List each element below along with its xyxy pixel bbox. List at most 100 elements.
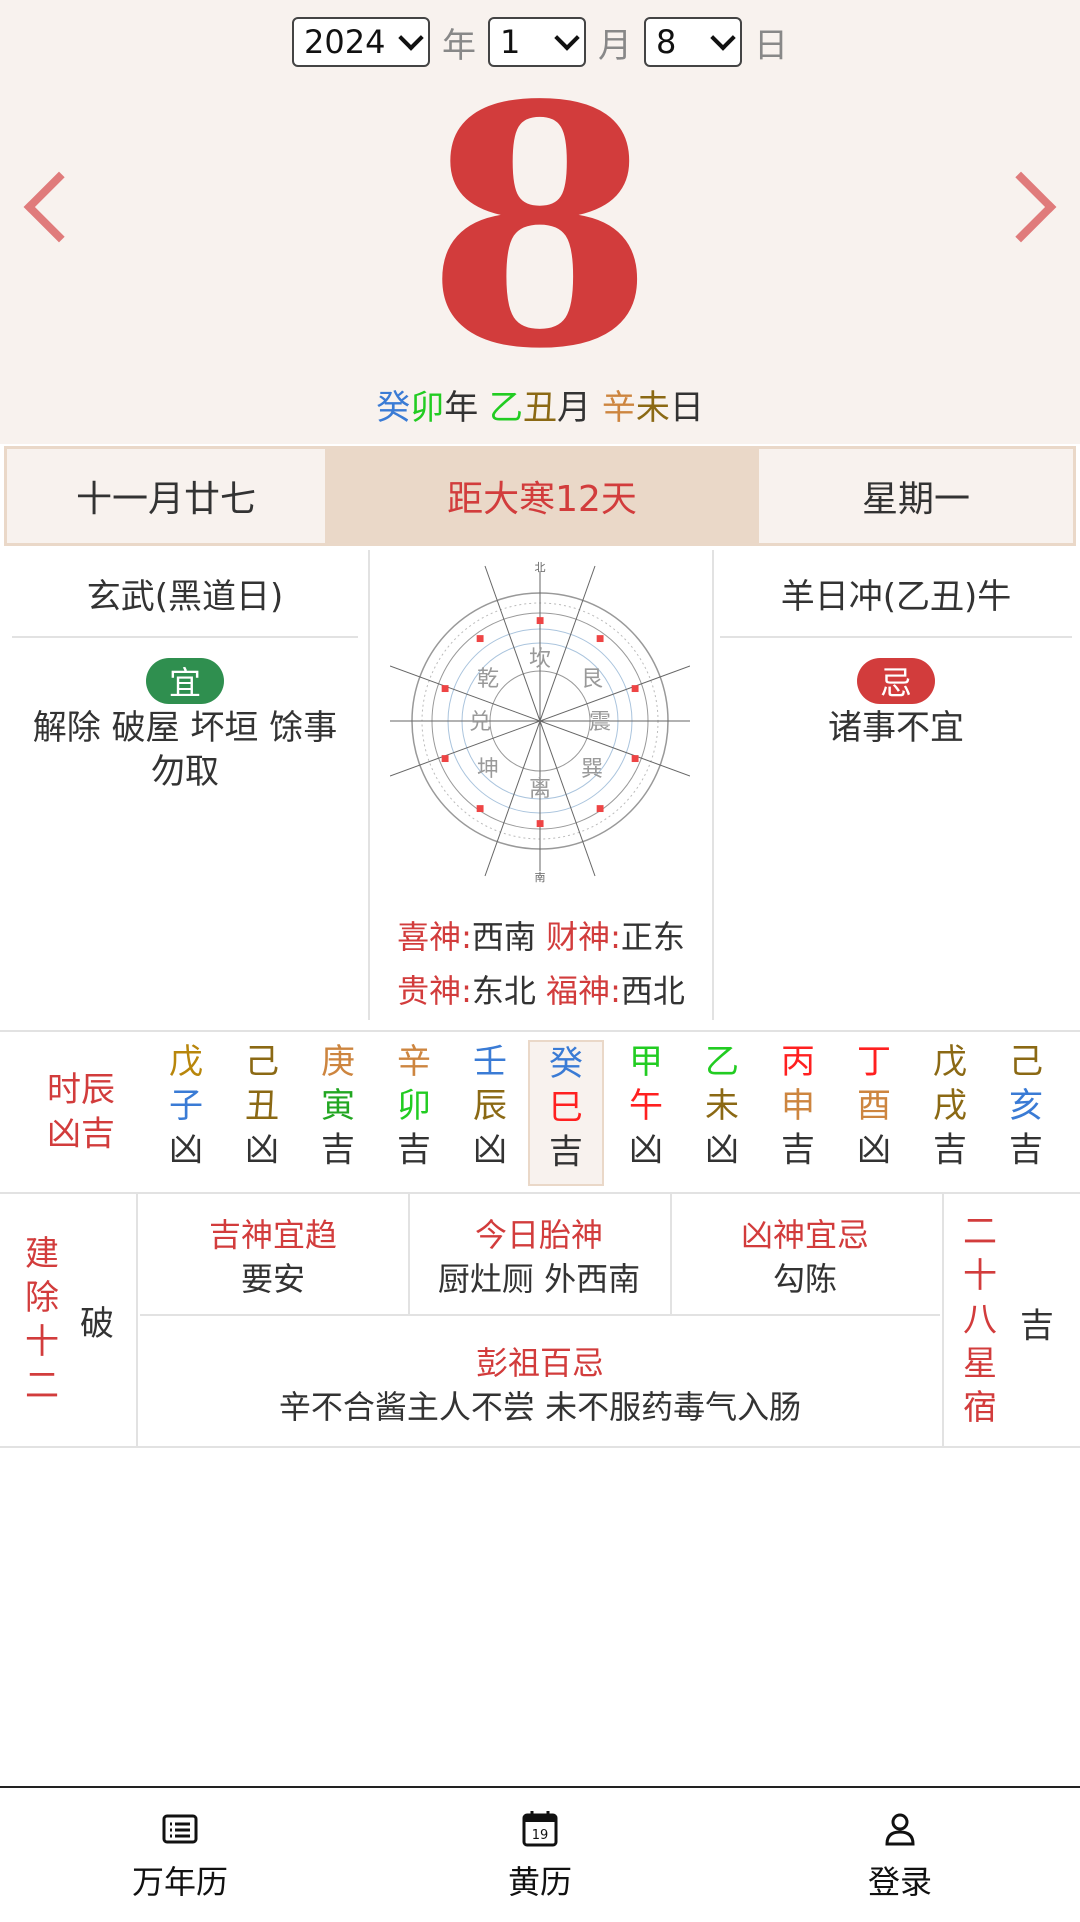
- yi-badge: 宜: [146, 658, 224, 704]
- pengzu-value: 辛不合酱主人不尝 未不服药毒气入肠: [278, 1388, 802, 1426]
- shichen-branch: 午: [629, 1086, 663, 1126]
- gods-line-2: 贵神:东北 福神:西北: [370, 966, 712, 1012]
- svg-text:■: ■: [476, 804, 485, 814]
- shichen-luck: 凶: [857, 1130, 891, 1170]
- shichen-stem: 戊: [169, 1042, 203, 1082]
- shichen-luck: 吉: [1009, 1130, 1043, 1170]
- fushen-value: 西北: [620, 972, 685, 1010]
- tab-login[interactable]: 登录: [720, 1788, 1080, 1922]
- yi-activities-line2: 勿取: [151, 752, 219, 792]
- ji-activities: 诸事不宜: [828, 708, 964, 748]
- shichen-stem: 癸: [549, 1044, 583, 1084]
- shichen-item[interactable]: 己亥吉: [988, 1040, 1064, 1186]
- shichen-branch: 子: [169, 1086, 203, 1126]
- xishen-value: 西南: [471, 918, 536, 956]
- divider: [136, 1194, 138, 1446]
- compass-column: ■ ■ ■ ■ ■ ■ ■ ■ ■ ■ 坎 艮 震 巽 离 坤 兑 乾 北 南: [368, 550, 714, 1020]
- month-branch: 丑: [523, 388, 557, 428]
- chevron-down-icon: [710, 25, 736, 51]
- month-stem: 乙: [489, 388, 523, 428]
- xishen-label: 喜神:: [397, 918, 472, 956]
- caishen-value: 正东: [620, 918, 685, 956]
- compass-north: 北: [535, 561, 546, 574]
- weekday: 星期一: [861, 479, 970, 520]
- shichen-stem: 乙: [705, 1042, 739, 1082]
- yi-activities: 解除 破屋 坏垣 馀事 勿取: [8, 706, 362, 794]
- shichen-item[interactable]: 己丑凶: [224, 1040, 300, 1186]
- detail-box: 建除十二 破 吉神宜趋 要安 今日胎神 厨灶厕 外西南 凶神宜忌 勾陈 彭祖百忌…: [0, 1192, 1080, 1448]
- big-day-number: 8: [425, 33, 655, 421]
- chong-title: 羊日冲(乙丑)牛: [720, 550, 1072, 638]
- shichen-item[interactable]: 壬辰凶: [452, 1040, 528, 1186]
- shichen-stem: 丙: [781, 1042, 815, 1082]
- pengzu-title: 彭祖百忌: [475, 1344, 604, 1382]
- divider: [140, 1314, 940, 1316]
- shichen-row: 时辰 凶吉 戊子凶己丑凶庚寅吉辛卯吉壬辰凶癸巳吉甲午凶乙未凶丙申吉丁酉凶戊戌吉己…: [0, 1030, 1080, 1186]
- shichen-label: 时辰 凶吉: [36, 1068, 126, 1156]
- year-select[interactable]: 2024: [292, 17, 430, 67]
- shichen-item[interactable]: 癸巳吉: [528, 1040, 604, 1186]
- shichen-item[interactable]: 乙未凶: [684, 1040, 760, 1186]
- svg-text:■: ■: [441, 754, 450, 764]
- tab-huangli[interactable]: 19 黄历: [360, 1788, 720, 1922]
- shichen-luck: 凶: [705, 1130, 739, 1170]
- day-unit-label: 日: [669, 388, 704, 428]
- calendar-icon: 19: [522, 1811, 558, 1847]
- compass-kun: 坤: [477, 757, 499, 782]
- bagua-compass-icon: ■ ■ ■ ■ ■ ■ ■ ■ ■ ■ 坎 艮 震 巽 离 坤 兑 乾 北 南: [390, 561, 690, 884]
- shichen-stem: 辛: [397, 1042, 431, 1082]
- bottom-tab-bar: 万年历 19 黄历 登录: [0, 1786, 1080, 1922]
- shichen-stem: 丁: [857, 1042, 891, 1082]
- shichen-branch: 寅: [321, 1086, 355, 1126]
- ji-badge: 忌: [857, 658, 935, 704]
- compass-xun: 巽: [581, 757, 603, 782]
- year-stem: 癸: [376, 388, 411, 428]
- svg-text:■: ■: [631, 754, 640, 764]
- tab-wannianli[interactable]: 万年历: [0, 1788, 360, 1922]
- compass-kan: 坎: [529, 647, 551, 672]
- ganzhi-line: 癸卯年 乙丑月 辛未日: [0, 380, 1080, 429]
- gods-line-1: 喜神:西南 财神:正东: [370, 912, 712, 958]
- shichen-branch: 戌: [933, 1086, 967, 1126]
- year-select-value: 2024: [304, 23, 386, 61]
- svg-text:■: ■: [536, 819, 545, 829]
- shichen-branch: 卯: [397, 1086, 431, 1126]
- shichen-luck: 吉: [397, 1130, 431, 1170]
- month-unit-label: 月: [557, 388, 591, 428]
- tab-login-label: 登录: [867, 1863, 932, 1901]
- chevron-down-icon: [398, 25, 424, 51]
- jishen-title: 吉神宜趋: [208, 1216, 337, 1254]
- xingsu-value: 吉: [1020, 1306, 1054, 1346]
- compass-gen: 艮: [581, 667, 603, 692]
- svg-text:■: ■: [441, 684, 450, 694]
- compass-qian: 乾: [477, 667, 499, 692]
- shichen-item[interactable]: 庚寅吉: [300, 1040, 376, 1186]
- shichen-branch: 亥: [1009, 1086, 1043, 1126]
- ji-column: 羊日冲(乙丑)牛 忌 诸事不宜: [716, 550, 1076, 1020]
- yi-column: 玄武(黑道日) 宜 解除 破屋 坏垣 馀事 勿取: [8, 550, 362, 1020]
- xiongshen-title: 凶神宜忌: [740, 1216, 869, 1254]
- shichen-branch: 酉: [857, 1086, 891, 1126]
- taishen-value: 厨灶厕 外西南: [437, 1260, 641, 1298]
- day-type-title: 玄武(黑道日): [12, 550, 358, 638]
- svg-text:■: ■: [631, 684, 640, 694]
- shichen-item[interactable]: 辛卯吉: [376, 1040, 452, 1186]
- compass-south: 南: [535, 871, 546, 884]
- day-select[interactable]: 8: [644, 17, 742, 67]
- shichen-item[interactable]: 丙申吉: [760, 1040, 836, 1186]
- shichen-branch: 申: [781, 1086, 815, 1126]
- shichen-item[interactable]: 戊子凶: [148, 1040, 224, 1186]
- main-panel: 玄武(黑道日) 宜 解除 破屋 坏垣 馀事 勿取 ■ ■ ■ ■ ■ ■ ■ ■…: [0, 550, 1080, 1020]
- shichen-branch: 辰: [473, 1086, 507, 1126]
- divider: [942, 1194, 944, 1446]
- yi-activities-line1: 解除 破屋 坏垣 馀事: [32, 708, 338, 748]
- shichen-stem: 庚: [321, 1042, 355, 1082]
- shichen-item[interactable]: 丁酉凶: [836, 1040, 912, 1186]
- user-icon: [885, 1813, 915, 1846]
- shichen-luck: 凶: [169, 1130, 203, 1170]
- shichen-luck: 吉: [933, 1130, 967, 1170]
- shichen-item[interactable]: 戊戌吉: [912, 1040, 988, 1186]
- shichen-stem: 甲: [629, 1042, 663, 1082]
- shichen-item[interactable]: 甲午凶: [608, 1040, 684, 1186]
- caishen-label: 财神:: [546, 918, 621, 956]
